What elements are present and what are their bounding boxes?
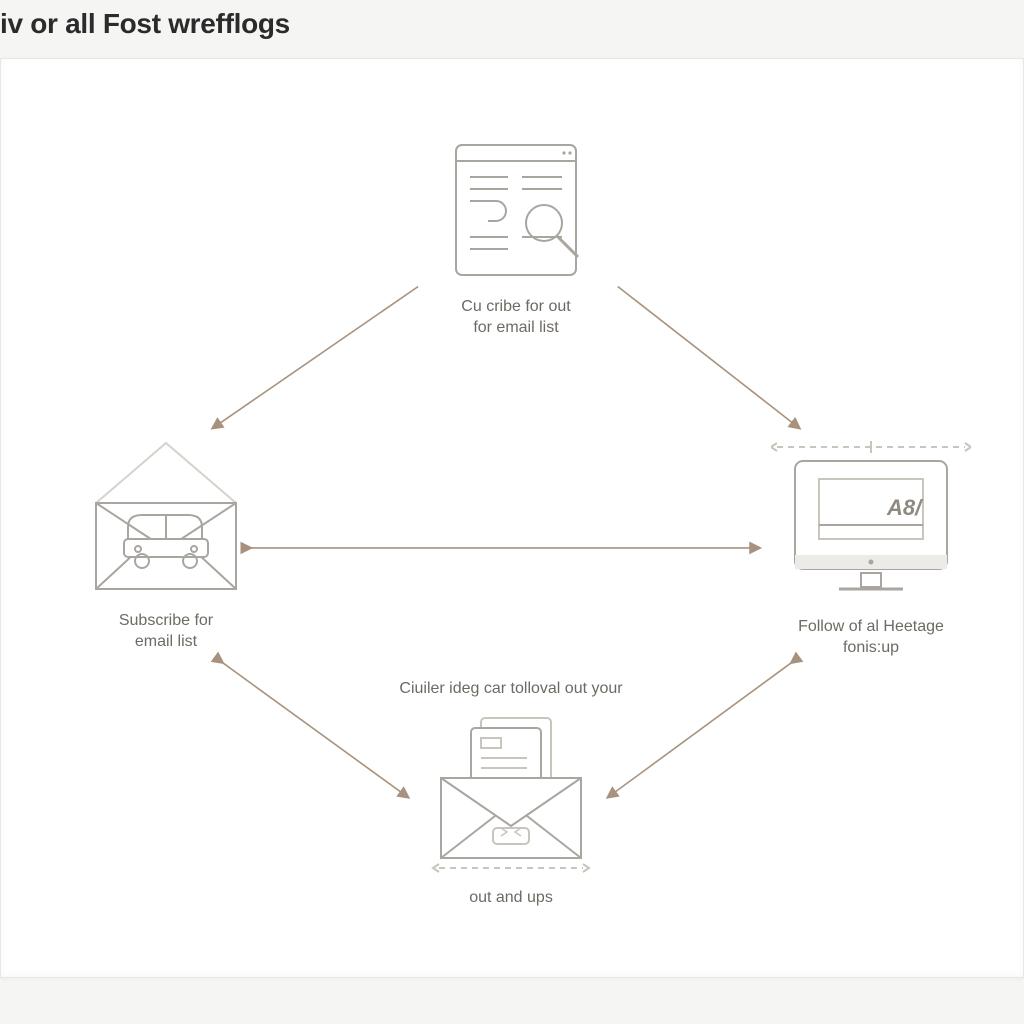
monitor-design-icon: A8/ [771,437,971,607]
node-bottom-label-top: Ciuiler ideg car tolloval out your [399,679,622,700]
envelope-car-icon [76,431,256,601]
diagram-canvas: Cu cribe for out for email list [0,58,1024,978]
document-search-icon [436,137,596,287]
node-top: Cu cribe for out for email list [421,137,611,339]
node-right: A8/ Follow of al Heetage fonis:up [771,437,971,659]
envelope-document-icon [421,708,601,878]
node-top-label: Cu cribe for out for email list [461,297,570,339]
svg-text:A8/: A8/ [886,495,924,520]
node-left-label: Subscribe for email list [119,611,213,653]
node-left: Subscribe for email list [71,431,261,653]
node-bottom-label-bottom: out and ups [469,888,553,909]
node-bottom: Ciuiler ideg car tolloval out your [371,679,651,909]
page-title: iv or all Fost wrefflogs [0,0,1024,58]
node-right-label: Follow of al Heetage fonis:up [798,617,944,659]
